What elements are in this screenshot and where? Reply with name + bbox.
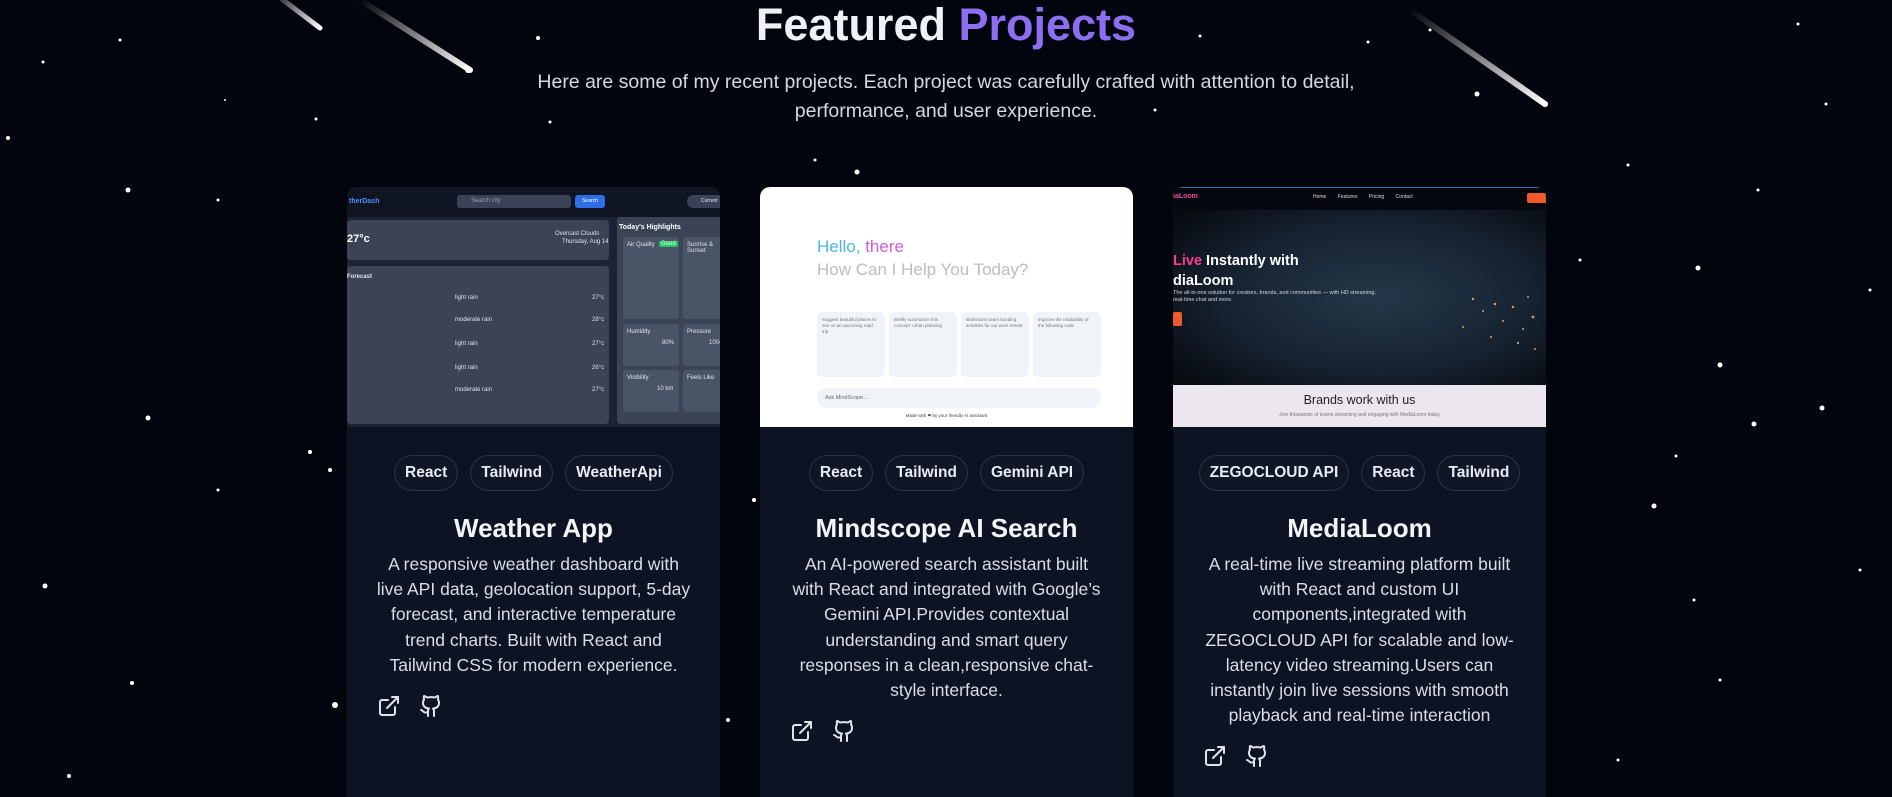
thumb-prompt-input: Ask MindScope... bbox=[817, 388, 1101, 408]
project-card-mindscope: Hello, there How Can I Help You Today? S… bbox=[760, 187, 1133, 797]
project-card-weather-app: therDash Search city Search Current 27°c… bbox=[347, 187, 720, 797]
tech-tag: Tailwind bbox=[470, 455, 554, 491]
thumb-suggestion: Briefly summarize this concept: urban pl… bbox=[889, 312, 957, 377]
external-link-icon[interactable] bbox=[1203, 744, 1227, 768]
thumb-nav: Home Features Pricing Contact bbox=[1313, 194, 1413, 200]
project-thumbnail[interactable]: therDash Search city Search Current 27°c… bbox=[347, 187, 720, 427]
github-icon[interactable] bbox=[419, 694, 443, 718]
project-thumbnail[interactable]: Hello, there How Can I Help You Today? S… bbox=[760, 187, 1133, 427]
project-title: Mindscope AI Search bbox=[815, 513, 1078, 543]
thumb-current-button: Current bbox=[687, 195, 720, 208]
project-title: MediaLoom bbox=[1287, 513, 1432, 543]
project-description: A real-time live streaming platform buil… bbox=[1205, 554, 1514, 726]
tech-tag: Gemini API bbox=[979, 455, 1085, 491]
thumb-suggestion: Suggest beautiful places to see on an up… bbox=[817, 312, 885, 377]
external-link-icon[interactable] bbox=[377, 694, 401, 718]
github-icon[interactable] bbox=[1245, 744, 1269, 768]
tech-tag: WeatherApi bbox=[565, 455, 673, 491]
thumb-condition: Overcast Clouds bbox=[555, 231, 600, 237]
thumb-logo: therDash bbox=[349, 198, 380, 205]
project-thumbnail[interactable]: iaLoom Home Features Pricing Contact Liv… bbox=[1173, 187, 1546, 427]
thumb-suggestion: Improve the readability of the following… bbox=[1033, 312, 1101, 377]
thumb-greeting: Hello, there bbox=[817, 237, 904, 256]
thumb-hero-subtitle: The all-in-one solution for creators, br… bbox=[1173, 290, 1376, 303]
thumb-logo: iaLoom bbox=[1173, 193, 1198, 200]
tech-tag: Tailwind bbox=[1437, 455, 1521, 491]
thumb-highlights-label: Today's Highlights bbox=[619, 224, 681, 231]
thumb-date: Thursday, Aug 14 bbox=[562, 239, 609, 245]
tech-tags: React Tailwind Gemini API bbox=[760, 455, 1133, 491]
thumb-search-button: Search bbox=[575, 195, 605, 208]
thumb-forecast-label: Forecast bbox=[347, 274, 373, 280]
section-subtitle: Here are some of my recent projects. Eac… bbox=[537, 71, 1355, 122]
tech-tag: React bbox=[1361, 455, 1426, 491]
project-description: A responsive weather dashboard with live… bbox=[376, 554, 691, 675]
github-icon[interactable] bbox=[832, 719, 856, 743]
heading-accent: Projects bbox=[958, 0, 1137, 50]
thumb-brands-strip: Brands work with us Join thousands of te… bbox=[1173, 385, 1546, 427]
project-links bbox=[377, 694, 443, 718]
thumb-search: Search city bbox=[457, 195, 571, 208]
thumb-temperature: 27°c bbox=[347, 233, 370, 245]
project-title: Weather App bbox=[454, 513, 613, 543]
thumb-help-text: How Can I Help You Today? bbox=[817, 260, 1029, 279]
tech-tag: React bbox=[808, 455, 874, 491]
project-description: An AI-powered search assistant built wit… bbox=[792, 554, 1101, 701]
project-links bbox=[790, 719, 856, 743]
external-link-icon[interactable] bbox=[790, 719, 814, 743]
project-card-medialoom: iaLoom Home Features Pricing Contact Liv… bbox=[1173, 187, 1546, 797]
tech-tag: Tailwind bbox=[885, 455, 968, 491]
section-heading: Featured Projects bbox=[0, 0, 1892, 50]
tech-tag: React bbox=[394, 455, 459, 491]
project-links bbox=[1203, 744, 1269, 768]
thumb-hero-title: Live Instantly with diaLoom bbox=[1173, 253, 1299, 289]
thumb-suggestion: Brainstorm team bonding activities for o… bbox=[961, 312, 1029, 377]
thumb-footer: Made with ❤ by your friendly AI assistan… bbox=[905, 413, 988, 418]
tech-tag: ZEGOCLOUD API bbox=[1198, 455, 1350, 491]
tech-tags: ZEGOCLOUD API React Tailwind bbox=[1173, 455, 1546, 491]
tech-tags: React Tailwind WeatherApi bbox=[347, 455, 720, 491]
heading-prefix: Featured bbox=[755, 0, 946, 50]
